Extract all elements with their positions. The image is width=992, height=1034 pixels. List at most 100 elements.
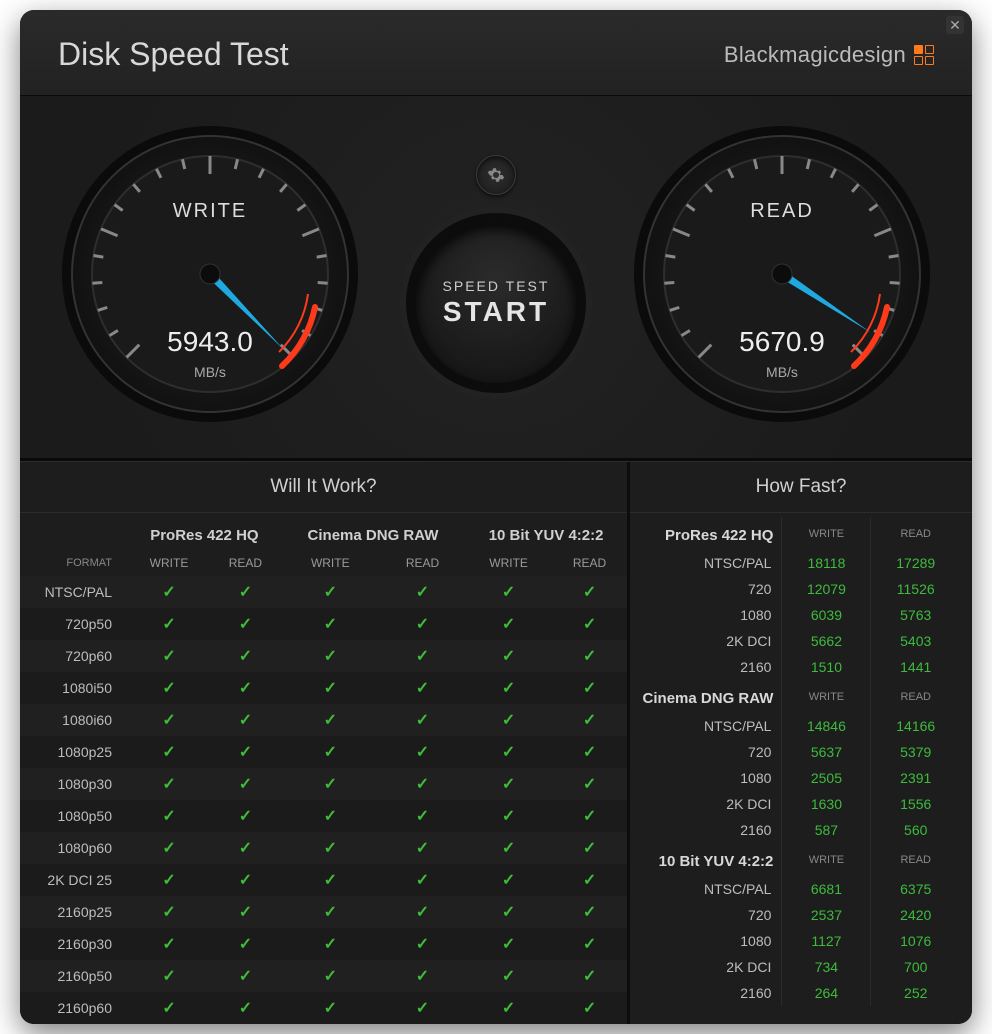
- format-label: 1080i50: [20, 672, 128, 704]
- app-window: ✕ Disk Speed Test Blackmagicdesign: [20, 10, 972, 1024]
- check-cell: ✓: [210, 896, 281, 928]
- check-icon: ✓: [416, 840, 429, 857]
- write-value: 1127: [782, 928, 871, 954]
- check-icon: ✓: [162, 712, 175, 729]
- check-icon: ✓: [583, 744, 596, 761]
- start-button[interactable]: SPEED TEST START: [406, 213, 586, 393]
- check-icon: ✓: [162, 936, 175, 953]
- check-cell: ✓: [465, 576, 552, 608]
- check-cell: ✓: [210, 864, 281, 896]
- check-cell: ✓: [552, 928, 627, 960]
- check-icon: ✓: [324, 776, 337, 793]
- table-row: 1080 2505 2391: [642, 765, 960, 791]
- check-cell: ✓: [128, 800, 210, 832]
- format-label: 1080p60: [20, 832, 128, 864]
- table-row: 2160p30✓✓✓✓✓✓: [20, 928, 627, 960]
- check-cell: ✓: [210, 704, 281, 736]
- read-value: 1076: [871, 928, 960, 954]
- check-cell: ✓: [552, 960, 627, 992]
- how-fast-group-table: Cinema DNG RAW WRITE READNTSC/PAL 14846 …: [642, 680, 960, 843]
- check-icon: ✓: [162, 744, 175, 761]
- table-row: 720 5637 5379: [642, 739, 960, 765]
- header: Disk Speed Test Blackmagicdesign: [20, 10, 972, 96]
- check-cell: ✓: [281, 576, 380, 608]
- close-icon[interactable]: ✕: [946, 16, 964, 34]
- check-icon: ✓: [502, 616, 515, 633]
- check-cell: ✓: [465, 928, 552, 960]
- check-cell: ✓: [281, 832, 380, 864]
- check-cell: ✓: [281, 864, 380, 896]
- check-icon: ✓: [324, 936, 337, 953]
- check-cell: ✓: [380, 992, 465, 1024]
- format-label: 720p60: [20, 640, 128, 672]
- check-icon: ✓: [324, 1000, 337, 1017]
- table-row: 2K DCI 734 700: [642, 954, 960, 980]
- check-cell: ✓: [128, 640, 210, 672]
- read-value: 700: [871, 954, 960, 980]
- write-value: 18118: [782, 550, 871, 576]
- table-row: 2160p50✓✓✓✓✓✓: [20, 960, 627, 992]
- check-icon: ✓: [583, 616, 596, 633]
- check-icon: ✓: [239, 904, 252, 921]
- check-icon: ✓: [583, 968, 596, 985]
- table-row: 1080p50✓✓✓✓✓✓: [20, 800, 627, 832]
- table-row: 2160p60✓✓✓✓✓✓: [20, 992, 627, 1024]
- check-cell: ✓: [380, 800, 465, 832]
- will-it-work-title: Will It Work?: [20, 462, 627, 513]
- write-value: 1510: [782, 654, 871, 680]
- check-cell: ✓: [465, 640, 552, 672]
- settings-button[interactable]: [476, 155, 516, 195]
- check-cell: ✓: [210, 608, 281, 640]
- check-icon: ✓: [162, 648, 175, 665]
- check-cell: ✓: [128, 896, 210, 928]
- table-row: NTSC/PAL 6681 6375: [642, 876, 960, 902]
- check-icon: ✓: [162, 904, 175, 921]
- check-icon: ✓: [324, 680, 337, 697]
- check-cell: ✓: [380, 672, 465, 704]
- table-row: 1080i50✓✓✓✓✓✓: [20, 672, 627, 704]
- check-icon: ✓: [502, 904, 515, 921]
- check-cell: ✓: [380, 832, 465, 864]
- table-row: 720 2537 2420: [642, 902, 960, 928]
- check-icon: ✓: [416, 968, 429, 985]
- read-value: 6375: [871, 876, 960, 902]
- codec-header: Cinema DNG RAW: [281, 513, 465, 550]
- write-value: 587: [782, 817, 871, 843]
- check-icon: ✓: [239, 776, 252, 793]
- resolution-label: 720: [642, 902, 782, 928]
- table-row: 2K DCI 1630 1556: [642, 791, 960, 817]
- check-cell: ✓: [210, 928, 281, 960]
- read-gauge-unit: MB/s: [632, 364, 932, 380]
- check-cell: ✓: [552, 768, 627, 800]
- write-value: 5637: [782, 739, 871, 765]
- resolution-label: 2K DCI: [642, 954, 782, 980]
- check-icon: ✓: [239, 648, 252, 665]
- read-value: 5379: [871, 739, 960, 765]
- resolution-label: 2160: [642, 817, 782, 843]
- check-cell: ✓: [552, 704, 627, 736]
- read-value: 2420: [871, 902, 960, 928]
- check-icon: ✓: [239, 744, 252, 761]
- check-icon: ✓: [502, 744, 515, 761]
- table-row: 2160 1510 1441: [642, 654, 960, 680]
- check-icon: ✓: [162, 968, 175, 985]
- table-row: 720p60✓✓✓✓✓✓: [20, 640, 627, 672]
- check-icon: ✓: [162, 616, 175, 633]
- check-cell: ✓: [281, 736, 380, 768]
- check-cell: ✓: [465, 800, 552, 832]
- check-icon: ✓: [162, 776, 175, 793]
- write-value: 2505: [782, 765, 871, 791]
- table-row: NTSC/PAL 18118 17289: [642, 550, 960, 576]
- resolution-label: 1080: [642, 765, 782, 791]
- resolution-label: 2160: [642, 980, 782, 1006]
- check-icon: ✓: [324, 904, 337, 921]
- check-icon: ✓: [239, 584, 252, 601]
- check-icon: ✓: [502, 584, 515, 601]
- format-label: 2160p60: [20, 992, 128, 1024]
- check-icon: ✓: [324, 648, 337, 665]
- how-fast-panel: How Fast? ProRes 422 HQ WRITE READNTSC/P…: [630, 462, 972, 1024]
- write-value: 6681: [782, 876, 871, 902]
- check-icon: ✓: [239, 1000, 252, 1017]
- table-row: 1080 6039 5763: [642, 602, 960, 628]
- write-gauge-value: 5943.0: [60, 326, 360, 358]
